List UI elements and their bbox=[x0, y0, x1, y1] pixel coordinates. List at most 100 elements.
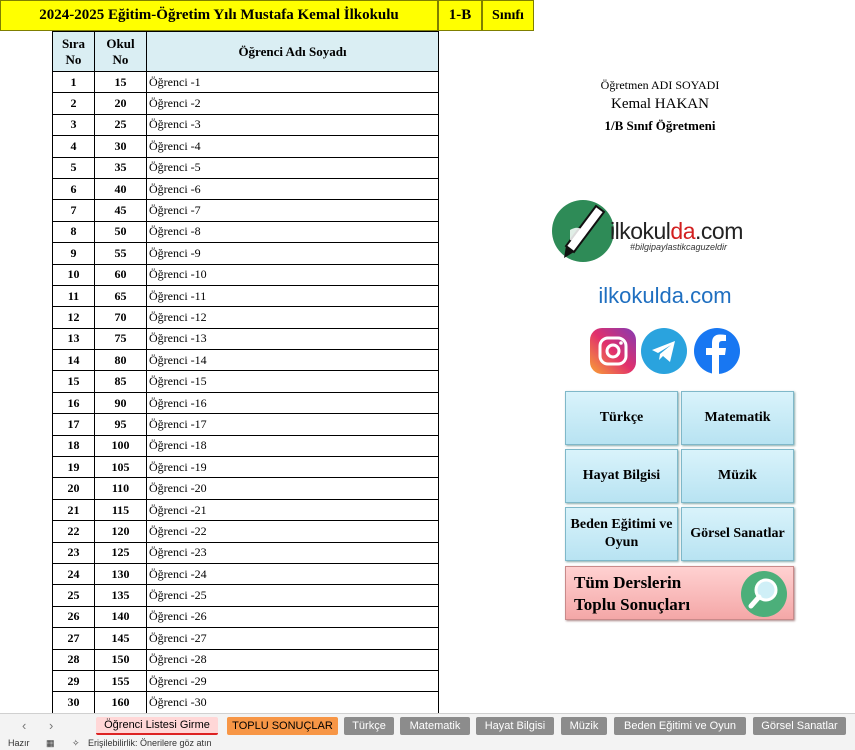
okul-no-cell[interactable]: 110 bbox=[94, 477, 147, 500]
okul-no-cell[interactable]: 120 bbox=[94, 520, 147, 543]
student-name-cell[interactable]: Öğrenci -24 bbox=[146, 562, 439, 586]
okul-no-cell[interactable]: 55 bbox=[94, 242, 147, 265]
hayat-bilgisi-button[interactable]: Hayat Bilgisi bbox=[565, 449, 678, 503]
student-name-cell[interactable]: Öğrenci -12 bbox=[146, 306, 439, 329]
student-name-cell[interactable]: Öğrenci -7 bbox=[146, 199, 439, 222]
student-name-cell[interactable]: Öğrenci -15 bbox=[146, 370, 439, 393]
okul-no-cell[interactable]: 155 bbox=[94, 669, 147, 693]
beden-egitimi-button[interactable]: Beden Eğitimi ve Oyun bbox=[565, 507, 678, 561]
toplu-sonuclar-button[interactable]: Tüm Derslerin Toplu Sonuçları bbox=[565, 566, 794, 620]
instagram-icon[interactable] bbox=[590, 328, 636, 374]
student-name-cell[interactable]: Öğrenci -8 bbox=[146, 220, 439, 244]
student-name-cell[interactable]: Öğrenci -11 bbox=[146, 284, 439, 308]
student-name-cell[interactable]: Öğrenci -10 bbox=[146, 263, 439, 286]
matematik-button[interactable]: Matematik bbox=[681, 391, 794, 445]
student-name-cell[interactable]: Öğrenci -14 bbox=[146, 349, 439, 372]
okul-no-cell[interactable]: 135 bbox=[94, 584, 147, 607]
tab-toplu-sonuclar[interactable]: TOPLU SONUÇLAR bbox=[227, 717, 338, 735]
sira-no-cell[interactable]: 8 bbox=[52, 220, 95, 244]
sira-no-cell[interactable]: 15 bbox=[52, 370, 95, 393]
sira-no-cell[interactable]: 20 bbox=[52, 477, 95, 500]
okul-no-cell[interactable]: 45 bbox=[94, 199, 147, 222]
sira-no-cell[interactable]: 2 bbox=[52, 92, 95, 115]
turkce-button[interactable]: Türkçe bbox=[565, 391, 678, 445]
student-name-cell[interactable]: Öğrenci -2 bbox=[146, 92, 439, 115]
okul-no-cell[interactable]: 115 bbox=[94, 498, 147, 522]
sira-no-cell[interactable]: 22 bbox=[52, 520, 95, 543]
sira-no-cell[interactable]: 30 bbox=[52, 691, 95, 714]
status-accessibility[interactable]: Erişilebilirlik: Önerilere göz atın bbox=[88, 738, 212, 748]
gorsel-sanatlar-button[interactable]: Görsel Sanatlar bbox=[681, 507, 794, 561]
sira-no-cell[interactable]: 14 bbox=[52, 349, 95, 372]
okul-no-cell[interactable]: 40 bbox=[94, 177, 147, 201]
student-name-cell[interactable]: Öğrenci -17 bbox=[146, 413, 439, 436]
sira-no-cell[interactable]: 29 bbox=[52, 669, 95, 693]
okul-no-cell[interactable]: 150 bbox=[94, 648, 147, 671]
muzik-button[interactable]: Müzik bbox=[681, 449, 794, 503]
okul-no-cell[interactable]: 160 bbox=[94, 691, 147, 714]
student-name-cell[interactable]: Öğrenci -9 bbox=[146, 242, 439, 265]
okul-no-cell[interactable]: 50 bbox=[94, 220, 147, 244]
sira-no-cell[interactable]: 21 bbox=[52, 498, 95, 522]
sira-no-cell[interactable]: 13 bbox=[52, 327, 95, 351]
prev-sheet-icon[interactable]: ‹ bbox=[22, 718, 26, 733]
student-name-cell[interactable]: Öğrenci -22 bbox=[146, 520, 439, 543]
sira-no-cell[interactable]: 19 bbox=[52, 456, 95, 479]
sira-no-cell[interactable]: 11 bbox=[52, 284, 95, 308]
tab-matematik[interactable]: Matematik bbox=[400, 717, 470, 735]
student-name-cell[interactable]: Öğrenci -23 bbox=[146, 541, 439, 564]
okul-no-cell[interactable]: 60 bbox=[94, 263, 147, 286]
tab-hayat-bilgisi[interactable]: Hayat Bilgisi bbox=[476, 717, 554, 735]
ilkokulda-logo[interactable]: ilkokulda.com #bilgipaylastikcaguzeldir bbox=[552, 196, 743, 272]
facebook-icon[interactable] bbox=[694, 328, 740, 374]
okul-no-cell[interactable]: 125 bbox=[94, 541, 147, 564]
okul-no-cell[interactable]: 70 bbox=[94, 306, 147, 329]
sira-no-cell[interactable]: 6 bbox=[52, 177, 95, 201]
sira-no-cell[interactable]: 24 bbox=[52, 562, 95, 586]
sira-no-cell[interactable]: 1 bbox=[52, 70, 95, 94]
student-name-cell[interactable]: Öğrenci -5 bbox=[146, 156, 439, 179]
student-name-cell[interactable]: Öğrenci -25 bbox=[146, 584, 439, 607]
okul-no-cell[interactable]: 140 bbox=[94, 605, 147, 629]
student-name-cell[interactable]: Öğrenci -13 bbox=[146, 327, 439, 351]
okul-no-cell[interactable]: 80 bbox=[94, 349, 147, 372]
okul-no-cell[interactable]: 105 bbox=[94, 456, 147, 479]
tab-turkce[interactable]: Türkçe bbox=[344, 717, 394, 735]
okul-no-cell[interactable]: 30 bbox=[94, 135, 147, 158]
student-name-cell[interactable]: Öğrenci -28 bbox=[146, 648, 439, 671]
telegram-icon[interactable] bbox=[641, 328, 687, 374]
okul-no-cell[interactable]: 145 bbox=[94, 627, 147, 650]
student-name-cell[interactable]: Öğrenci -30 bbox=[146, 691, 439, 714]
okul-no-cell[interactable]: 75 bbox=[94, 327, 147, 351]
tab-muzik[interactable]: Müzik bbox=[561, 717, 607, 735]
tab-ogrenci-listesi[interactable]: Öğrenci Listesi Girme bbox=[96, 717, 218, 735]
okul-no-cell[interactable]: 15 bbox=[94, 70, 147, 94]
okul-no-cell[interactable]: 20 bbox=[94, 92, 147, 115]
sira-no-cell[interactable]: 17 bbox=[52, 413, 95, 436]
next-sheet-icon[interactable]: › bbox=[49, 718, 53, 733]
okul-no-cell[interactable]: 130 bbox=[94, 562, 147, 586]
tab-gorsel-sanatlar[interactable]: Görsel Sanatlar bbox=[753, 717, 846, 735]
sira-no-cell[interactable]: 28 bbox=[52, 648, 95, 671]
macro-icon[interactable]: ▦ bbox=[46, 738, 55, 749]
student-name-cell[interactable]: Öğrenci -1 bbox=[146, 70, 439, 94]
sira-no-cell[interactable]: 26 bbox=[52, 605, 95, 629]
sira-no-cell[interactable]: 16 bbox=[52, 391, 95, 415]
sira-no-cell[interactable]: 7 bbox=[52, 199, 95, 222]
student-name-cell[interactable]: Öğrenci -29 bbox=[146, 669, 439, 693]
tab-beden-egitimi[interactable]: Beden Eğitimi ve Oyun bbox=[614, 717, 746, 735]
sira-no-cell[interactable]: 25 bbox=[52, 584, 95, 607]
student-name-cell[interactable]: Öğrenci -18 bbox=[146, 434, 439, 458]
okul-no-cell[interactable]: 95 bbox=[94, 413, 147, 436]
okul-no-cell[interactable]: 90 bbox=[94, 391, 147, 415]
sira-no-cell[interactable]: 3 bbox=[52, 113, 95, 137]
student-name-cell[interactable]: Öğrenci -20 bbox=[146, 477, 439, 500]
sira-no-cell[interactable]: 18 bbox=[52, 434, 95, 458]
sira-no-cell[interactable]: 5 bbox=[52, 156, 95, 179]
student-name-cell[interactable]: Öğrenci -26 bbox=[146, 605, 439, 629]
student-name-cell[interactable]: Öğrenci -4 bbox=[146, 135, 439, 158]
student-name-cell[interactable]: Öğrenci -27 bbox=[146, 627, 439, 650]
okul-no-cell[interactable]: 65 bbox=[94, 284, 147, 308]
okul-no-cell[interactable]: 85 bbox=[94, 370, 147, 393]
sira-no-cell[interactable]: 23 bbox=[52, 541, 95, 564]
